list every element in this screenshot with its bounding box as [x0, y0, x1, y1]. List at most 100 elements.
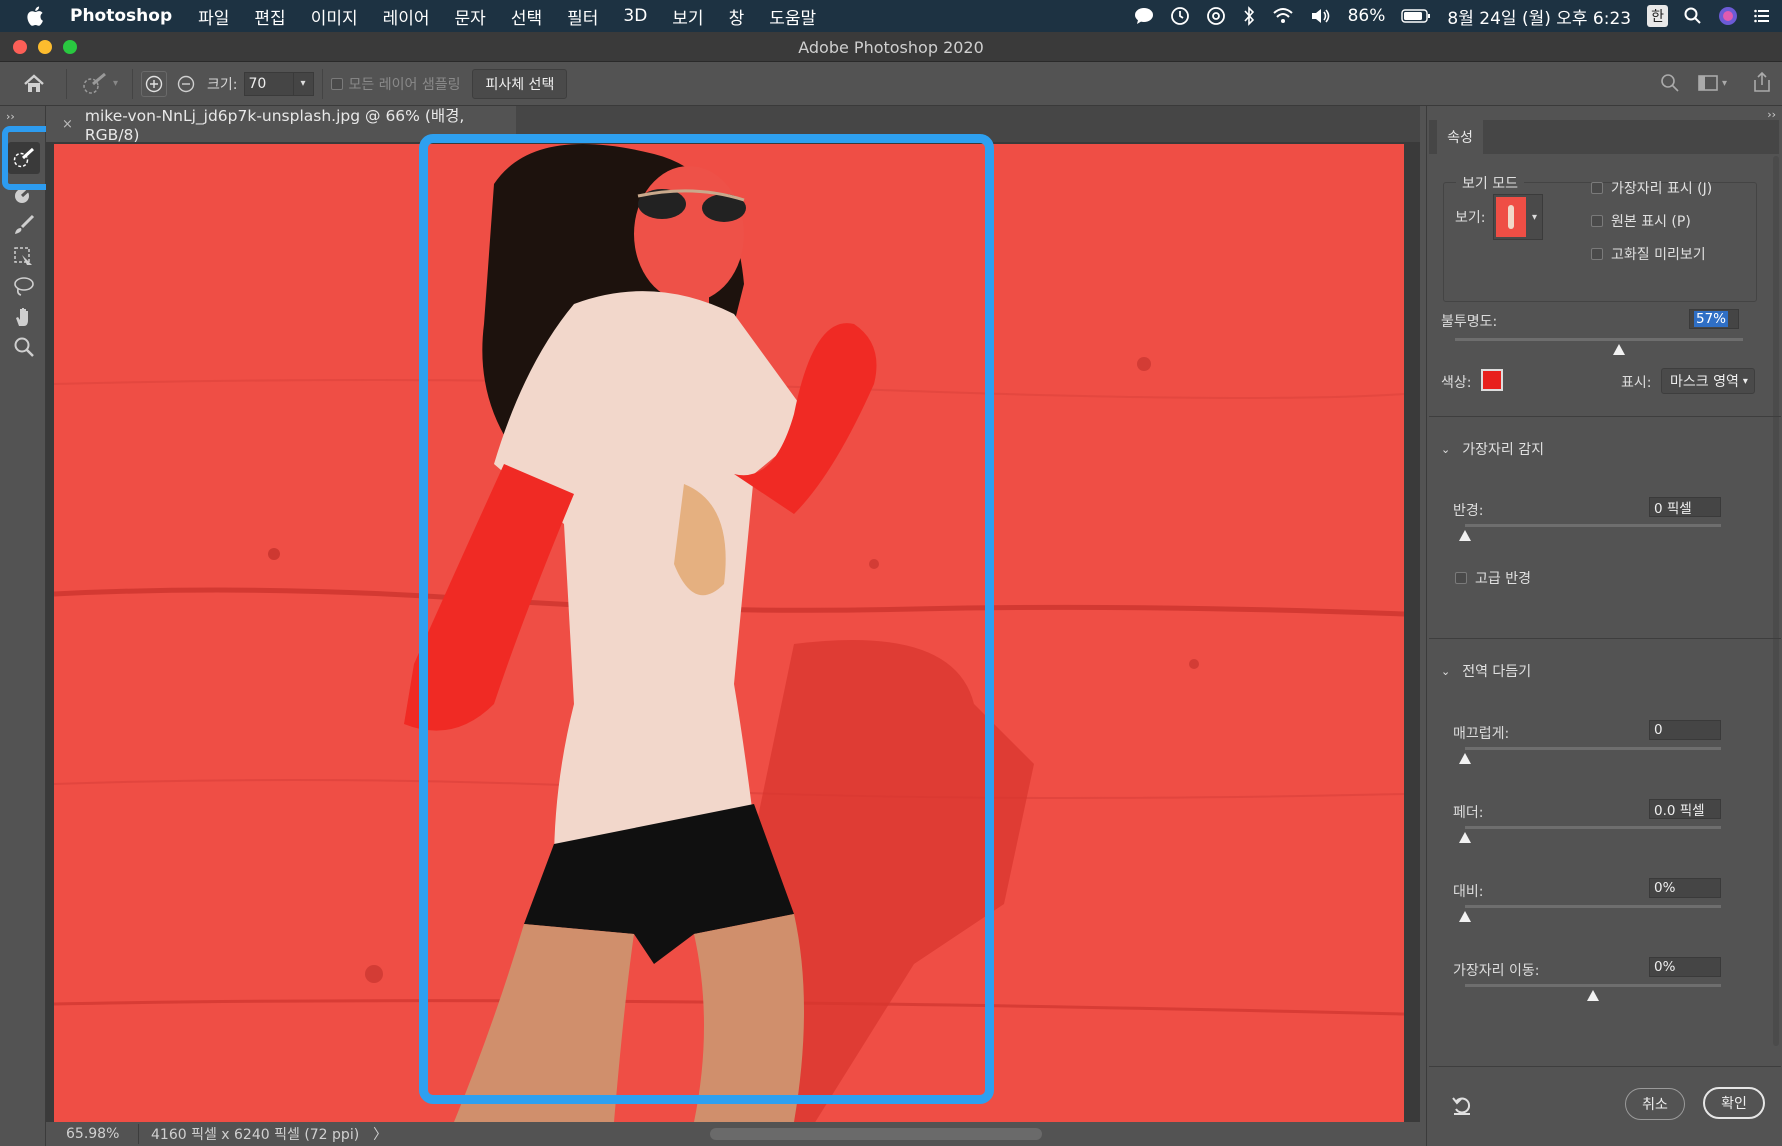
size-input[interactable]: 70 [243, 71, 294, 96]
refine-edge-brush-tool[interactable] [11, 182, 37, 208]
wifi-icon[interactable] [1272, 7, 1294, 25]
panel-scrollbar[interactable] [1773, 156, 1779, 1046]
chevron-down-icon: ▾ [1722, 77, 1728, 89]
zoom-level[interactable]: 65.98% [66, 1126, 138, 1142]
radius-input[interactable]: 0 픽셀 [1649, 497, 1721, 517]
shift-edge-slider-track[interactable] [1465, 984, 1721, 987]
contrast-label: 대비: [1453, 884, 1484, 900]
smooth-slider-thumb[interactable] [1459, 753, 1471, 764]
siri-icon[interactable] [1718, 6, 1738, 26]
hq-preview-row[interactable]: 고화질 미리보기 [1591, 244, 1706, 264]
workspace-icon[interactable]: ▾ [1698, 74, 1727, 92]
menu-type[interactable]: 문자 [455, 4, 486, 29]
subtract-from-selection-button[interactable] [175, 73, 197, 95]
app-menu[interactable]: Photoshop [70, 6, 172, 26]
view-mode-section: 보기 모드 [1443, 173, 1757, 302]
menu-filter[interactable]: 필터 [567, 4, 598, 29]
size-label: 크기: [207, 76, 238, 93]
menu-select[interactable]: 선택 [511, 4, 542, 29]
show-original-checkbox[interactable] [1591, 215, 1603, 227]
status-menu-arrow[interactable]: 〉 [373, 1124, 387, 1144]
notification-center-icon[interactable] [1754, 8, 1770, 24]
menu-3d[interactable]: 3D [623, 6, 647, 26]
show-edge-row[interactable]: 가장자리 표시 (J) [1591, 178, 1712, 198]
select-subject-button[interactable]: 피사체 선택 [472, 68, 568, 99]
menu-window[interactable]: 창 [729, 4, 745, 29]
apple-icon[interactable] [26, 5, 48, 27]
menu-help[interactable]: 도움말 [769, 4, 816, 29]
size-dropdown[interactable]: ▾ [293, 71, 314, 96]
opacity-slider-thumb[interactable] [1613, 344, 1626, 355]
smart-radius-row[interactable]: 고급 반경 [1455, 568, 1531, 588]
divider [132, 68, 134, 99]
object-selection-tool[interactable] [11, 244, 37, 270]
opacity-input[interactable]: 57% [1689, 309, 1739, 329]
share-icon[interactable] [1752, 71, 1772, 97]
smooth-input[interactable]: 0 [1649, 720, 1721, 740]
menubar-status-area: 86% 8월 24일 (월) 오후 6:23 한 [1134, 0, 1770, 32]
cancel-button[interactable]: 취소 [1625, 1088, 1685, 1120]
shift-edge-slider-thumb[interactable] [1587, 990, 1599, 1001]
input-source-icon[interactable]: 한 [1647, 5, 1668, 27]
quick-selection-brush-tool[interactable] [8, 142, 40, 174]
messages-icon[interactable] [1134, 7, 1154, 25]
add-to-selection-button[interactable] [141, 70, 168, 97]
horizontal-scrollbar[interactable] [710, 1128, 1042, 1140]
menu-view[interactable]: 보기 [672, 4, 703, 29]
smooth-label: 매끄럽게: [1453, 726, 1510, 742]
radius-slider-track[interactable] [1465, 524, 1721, 527]
tool-preset-picker[interactable]: ▾ [75, 72, 124, 96]
document-tab[interactable]: × mike-von-NnLj_jd6p7k-unsplash.jpg @ 66… [46, 106, 516, 144]
search-icon[interactable] [1660, 73, 1680, 97]
window-title: Adobe Photoshop 2020 [798, 38, 984, 57]
ok-button[interactable]: 확인 [1703, 1087, 1765, 1119]
contrast-slider-track[interactable] [1465, 905, 1721, 908]
feather-slider-thumb[interactable] [1459, 832, 1471, 843]
shift-edge-input[interactable]: 0% [1649, 957, 1721, 977]
battery-icon[interactable] [1401, 8, 1431, 24]
show-original-row[interactable]: 원본 표시 (P) [1591, 211, 1691, 231]
hand-tool[interactable] [11, 304, 37, 330]
global-refinements-header[interactable]: ⌄ 전역 다듬기 [1441, 661, 1531, 681]
expand-panel-icon[interactable]: ›› [6, 110, 15, 123]
bluetooth-icon[interactable] [1242, 6, 1256, 26]
menubar-clock[interactable]: 8월 24일 (월) 오후 6:23 [1447, 4, 1631, 29]
contrast-slider-thumb[interactable] [1459, 911, 1471, 922]
lasso-tool[interactable] [11, 274, 37, 300]
canvas-area[interactable] [46, 142, 1420, 1122]
view-mode-picker[interactable]: ▾ [1493, 194, 1543, 240]
hq-preview-checkbox[interactable] [1591, 248, 1603, 260]
feather-input[interactable]: 0.0 픽셀 [1649, 799, 1721, 819]
display-dropdown[interactable]: 마스크 영역 ▾ [1661, 368, 1755, 394]
time-machine-icon[interactable] [1170, 6, 1190, 26]
brush-tool[interactable] [11, 212, 37, 238]
opacity-slider-track[interactable] [1455, 338, 1743, 341]
smooth-slider-track[interactable] [1465, 747, 1721, 750]
creative-cloud-icon[interactable] [1206, 6, 1226, 26]
menu-layer[interactable]: 레이어 [383, 4, 430, 29]
feather-slider-track[interactable] [1465, 826, 1721, 829]
color-label: 색상: [1441, 375, 1472, 391]
menu-image[interactable]: 이미지 [311, 4, 358, 29]
overlay-color-swatch[interactable] [1481, 369, 1503, 391]
zoom-tool[interactable] [11, 334, 37, 360]
sample-all-layers-checkbox[interactable] [330, 77, 343, 90]
reset-icon[interactable] [1451, 1094, 1473, 1120]
close-tab-icon[interactable]: × [62, 117, 73, 132]
smart-radius-checkbox[interactable] [1455, 572, 1467, 584]
tab-properties[interactable]: 속성 [1437, 120, 1483, 154]
home-icon[interactable] [10, 62, 58, 106]
contrast-input[interactable]: 0% [1649, 878, 1721, 898]
smart-radius-label: 고급 반경 [1475, 571, 1531, 587]
menu-file[interactable]: 파일 [198, 4, 229, 29]
chevron-down-icon: ▾ [300, 78, 306, 89]
radius-slider-thumb[interactable] [1459, 530, 1471, 541]
chevron-down-icon: ⌄ [1441, 442, 1451, 456]
document-image[interactable] [54, 144, 1404, 1122]
menu-edit[interactable]: 편집 [254, 4, 285, 29]
volume-icon[interactable] [1310, 7, 1332, 25]
edge-detection-header[interactable]: ⌄ 가장자리 감지 [1441, 439, 1544, 459]
spotlight-search-icon[interactable] [1684, 7, 1702, 25]
view-mode-legend: 보기 모드 [1456, 173, 1524, 193]
show-edge-checkbox[interactable] [1591, 182, 1603, 194]
